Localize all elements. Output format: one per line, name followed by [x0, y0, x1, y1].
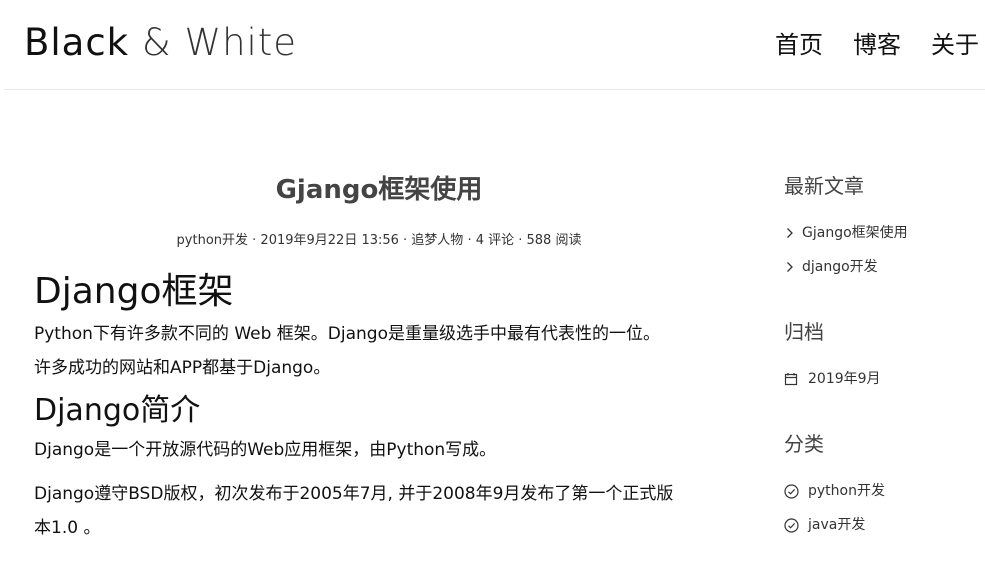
content-paragraph: Django遵守BSD版权，初次发布于2005年7月, 并于2008年9月发布了…	[34, 484, 674, 504]
widget-title: 分类	[784, 432, 824, 456]
widget-title: 归档	[784, 320, 824, 344]
post-meta: python开发 · 2019年9月22日 13:56 · 追梦人物 · 4 评…	[176, 233, 582, 248]
content-heading-1: Django框架	[34, 271, 234, 312]
logo-bold-text: Black	[24, 21, 130, 64]
category-item[interactable]: python开发	[784, 474, 984, 508]
widget-categories: 分类 python开发 java开发	[784, 428, 984, 542]
logo-thin-text: & White	[129, 21, 298, 64]
sidebar: 最新文章 Gjango框架使用 django开发 归档 2019年9月 分类 p…	[784, 170, 984, 542]
widget-archive: 归档 2019年9月	[784, 316, 984, 396]
content-paragraph: 本1.0 。	[34, 518, 101, 538]
site-header: Black & White 首页 博客 关于	[4, 0, 985, 90]
widget-latest-posts: 最新文章 Gjango框架使用 django开发	[784, 170, 984, 284]
nav-blog[interactable]: 博客	[853, 28, 901, 62]
calendar-icon	[784, 372, 798, 386]
nav-about[interactable]: 关于	[931, 28, 979, 62]
post-content: Django框架 Python下有许多款不同的 Web 框架。Django是重量…	[34, 267, 724, 545]
archive-item[interactable]: 2019年9月	[784, 362, 984, 396]
category-link[interactable]: python开发	[808, 481, 885, 501]
main-nav: 首页 博客 关于	[775, 28, 979, 62]
latest-post-link[interactable]: Gjango框架使用	[802, 223, 908, 243]
latest-post-item[interactable]: Gjango框架使用	[784, 216, 984, 250]
chevron-right-icon	[786, 260, 794, 274]
check-circle-icon	[784, 484, 799, 499]
content-paragraph: Python下有许多款不同的 Web 框架。Django是重量级选手中最有代表性…	[34, 324, 660, 344]
category-link[interactable]: java开发	[808, 515, 865, 535]
content-paragraph: Django是一个开放源代码的Web应用框架，由Python写成。	[34, 440, 497, 460]
nav-home[interactable]: 首页	[775, 28, 823, 62]
category-item[interactable]: java开发	[784, 508, 984, 542]
content-heading-2: Django简介	[34, 393, 201, 428]
content-paragraph: 许多成功的网站和APP都基于Django。	[34, 358, 331, 378]
latest-post-link[interactable]: django开发	[802, 257, 878, 277]
site-logo[interactable]: Black & White	[24, 20, 297, 66]
chevron-right-icon	[786, 226, 794, 240]
article: Gjango框架使用 python开发 · 2019年9月22日 13:56 ·…	[34, 170, 724, 545]
check-circle-icon	[784, 518, 799, 533]
latest-post-item[interactable]: django开发	[784, 250, 984, 284]
post-title[interactable]: Gjango框架使用	[34, 170, 724, 212]
archive-link[interactable]: 2019年9月	[808, 369, 881, 389]
widget-title: 最新文章	[784, 174, 864, 198]
